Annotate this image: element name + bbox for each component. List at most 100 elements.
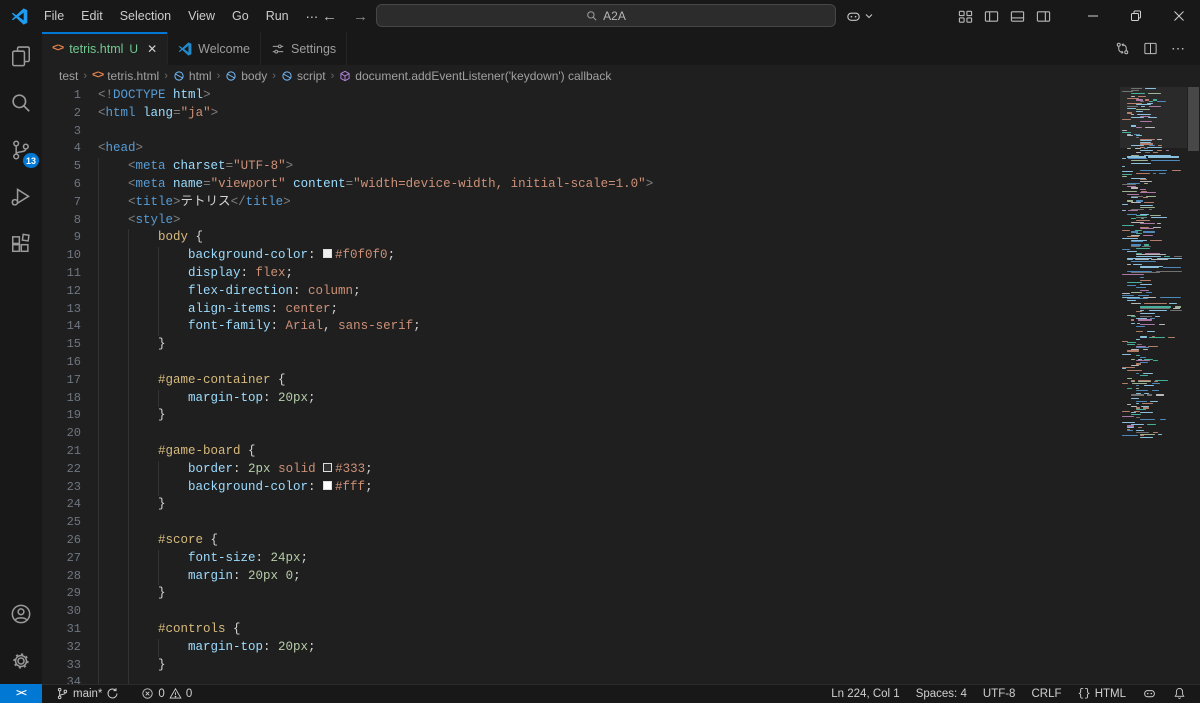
notifications-bell-icon[interactable] <box>1165 684 1194 703</box>
minimap[interactable] <box>1120 87 1187 684</box>
restore-button[interactable] <box>1114 0 1157 32</box>
code-line[interactable]: 29} <box>42 585 1120 603</box>
account-icon[interactable] <box>0 590 42 637</box>
tab-bar: <> tetris.html U ✕ Welcome Settings <box>42 32 1200 65</box>
code-line[interactable]: 6<meta name="viewport" content="width=de… <box>42 176 1120 194</box>
search-value: A2A <box>603 9 626 23</box>
code-line[interactable]: 26#score { <box>42 532 1120 550</box>
minimize-button[interactable] <box>1071 0 1114 32</box>
code-line[interactable]: 30 <box>42 603 1120 621</box>
code-line[interactable]: 22border: 2px solid #333; <box>42 461 1120 479</box>
code-line[interactable]: 14font-family: Arial, sans-serif; <box>42 318 1120 336</box>
menu-selection[interactable]: Selection <box>112 6 179 27</box>
code-line[interactable]: 2<html lang="ja"> <box>42 105 1120 123</box>
line-number: 27 <box>42 550 98 568</box>
problems-status[interactable]: 0 0 <box>135 684 198 703</box>
code-line[interactable]: 3 <box>42 123 1120 141</box>
code-line[interactable]: 24} <box>42 496 1120 514</box>
code-line[interactable]: 33} <box>42 657 1120 675</box>
split-editor-icon[interactable] <box>1143 41 1158 56</box>
command-center-search[interactable]: A2A <box>376 4 836 27</box>
explorer-icon[interactable] <box>0 32 42 79</box>
extensions-icon[interactable] <box>0 220 42 267</box>
git-status-untracked: U <box>129 42 138 56</box>
tab-welcome[interactable]: Welcome <box>168 32 261 65</box>
breadcrumb-symbol-html[interactable]: html <box>173 69 212 83</box>
menu-edit[interactable]: Edit <box>73 6 111 27</box>
code-line[interactable]: 16 <box>42 354 1120 372</box>
menu-go[interactable]: Go <box>224 6 257 27</box>
breadcrumb-symbol-callback[interactable]: document.addEventListener('keydown') cal… <box>339 69 611 83</box>
encoding-status[interactable]: UTF-8 <box>975 684 1024 703</box>
breadcrumb-file[interactable]: <>tetris.html <box>92 69 159 83</box>
code-line[interactable]: 21#game-board { <box>42 443 1120 461</box>
code-line[interactable]: 7<title>テトリス</title> <box>42 194 1120 212</box>
source-control-icon[interactable]: 13 <box>0 126 42 173</box>
branch-status[interactable]: main* <box>50 684 125 703</box>
eol-status[interactable]: CRLF <box>1023 684 1069 703</box>
code-line[interactable]: 5<meta charset="UTF-8"> <box>42 158 1120 176</box>
indentation-status[interactable]: Spaces: 4 <box>908 684 975 703</box>
line-number: 15 <box>42 336 98 354</box>
scrollbar-thumb[interactable] <box>1188 87 1199 151</box>
code-line[interactable]: 10background-color: #f0f0f0; <box>42 247 1120 265</box>
code-line[interactable]: 9body { <box>42 229 1120 247</box>
symbol-element-icon <box>225 70 237 82</box>
run-debug-icon[interactable] <box>0 173 42 220</box>
code-line[interactable]: 12flex-direction: column; <box>42 283 1120 301</box>
code-line[interactable]: 15} <box>42 336 1120 354</box>
tab-settings[interactable]: Settings <box>261 32 347 65</box>
toggle-secondary-sidebar-icon[interactable] <box>1036 9 1051 24</box>
open-changes-icon[interactable] <box>1115 41 1130 56</box>
editor-scrollbar[interactable] <box>1187 87 1200 684</box>
code-line[interactable]: 23background-color: #fff; <box>42 479 1120 497</box>
code-editor[interactable]: 1<!DOCTYPE html>2<html lang="ja">34<head… <box>42 87 1200 684</box>
code-line[interactable]: 13align-items: center; <box>42 301 1120 319</box>
code-line[interactable]: 19} <box>42 407 1120 425</box>
code-line[interactable]: 31#controls { <box>42 621 1120 639</box>
chevron-right-icon: › <box>164 70 168 82</box>
settings-gear-icon[interactable] <box>0 637 42 684</box>
forward-arrow-icon[interactable]: → <box>353 8 368 25</box>
copilot-status-icon[interactable] <box>1134 684 1165 703</box>
code-line[interactable]: 18margin-top: 20px; <box>42 390 1120 408</box>
code-line[interactable]: 8<style> <box>42 212 1120 230</box>
customize-layout-icon[interactable] <box>958 9 973 24</box>
cursor-position[interactable]: Ln 224, Col 1 <box>823 684 907 703</box>
toggle-panel-icon[interactable] <box>1010 9 1025 24</box>
remote-indicator[interactable]: >< <box>0 684 42 703</box>
menu-view[interactable]: View <box>180 6 223 27</box>
back-arrow-icon[interactable]: ← <box>322 8 337 25</box>
code-line[interactable]: 1<!DOCTYPE html> <box>42 87 1120 105</box>
menu-file[interactable]: File <box>36 6 72 27</box>
code-line[interactable]: 20 <box>42 425 1120 443</box>
code-line[interactable]: 25 <box>42 514 1120 532</box>
breadcrumb-symbol-body[interactable]: body <box>225 69 267 83</box>
vscode-file-icon <box>178 42 192 56</box>
copilot-button[interactable] <box>845 5 873 27</box>
close-window-button[interactable] <box>1157 0 1200 32</box>
toggle-sidebar-icon[interactable] <box>984 9 999 24</box>
menu-run[interactable]: Run <box>258 6 297 27</box>
close-tab-icon[interactable]: ✕ <box>147 42 157 56</box>
html-file-icon: <> <box>92 70 103 82</box>
more-actions-icon[interactable]: ⋯ <box>1171 40 1186 57</box>
code-line[interactable]: 34 <box>42 674 1120 684</box>
code-line[interactable]: 11display: flex; <box>42 265 1120 283</box>
code-line[interactable]: 28margin: 20px 0; <box>42 568 1120 586</box>
code-line[interactable]: 17#game-container { <box>42 372 1120 390</box>
code-line[interactable]: 4<head> <box>42 140 1120 158</box>
tab-tetris-html[interactable]: <> tetris.html U ✕ <box>42 32 168 65</box>
status-bar: >< main* 0 0 Ln 224, Col 1 Spaces: 4 UTF… <box>0 684 1200 703</box>
breadcrumbs: test › <>tetris.html › html › body › scr… <box>42 65 1200 87</box>
code-line[interactable]: 27font-size: 24px; <box>42 550 1120 568</box>
line-number: 8 <box>42 212 98 230</box>
code-lines[interactable]: 1<!DOCTYPE html>2<html lang="ja">34<head… <box>42 87 1120 684</box>
symbol-element-icon <box>281 70 293 82</box>
code-line[interactable]: 32margin-top: 20px; <box>42 639 1120 657</box>
title-bar-right <box>958 0 1200 32</box>
language-mode[interactable]: {} HTML <box>1069 684 1134 703</box>
search-sidebar-icon[interactable] <box>0 79 42 126</box>
breadcrumb-symbol-script[interactable]: script <box>281 69 326 83</box>
breadcrumb-folder[interactable]: test <box>59 69 78 83</box>
